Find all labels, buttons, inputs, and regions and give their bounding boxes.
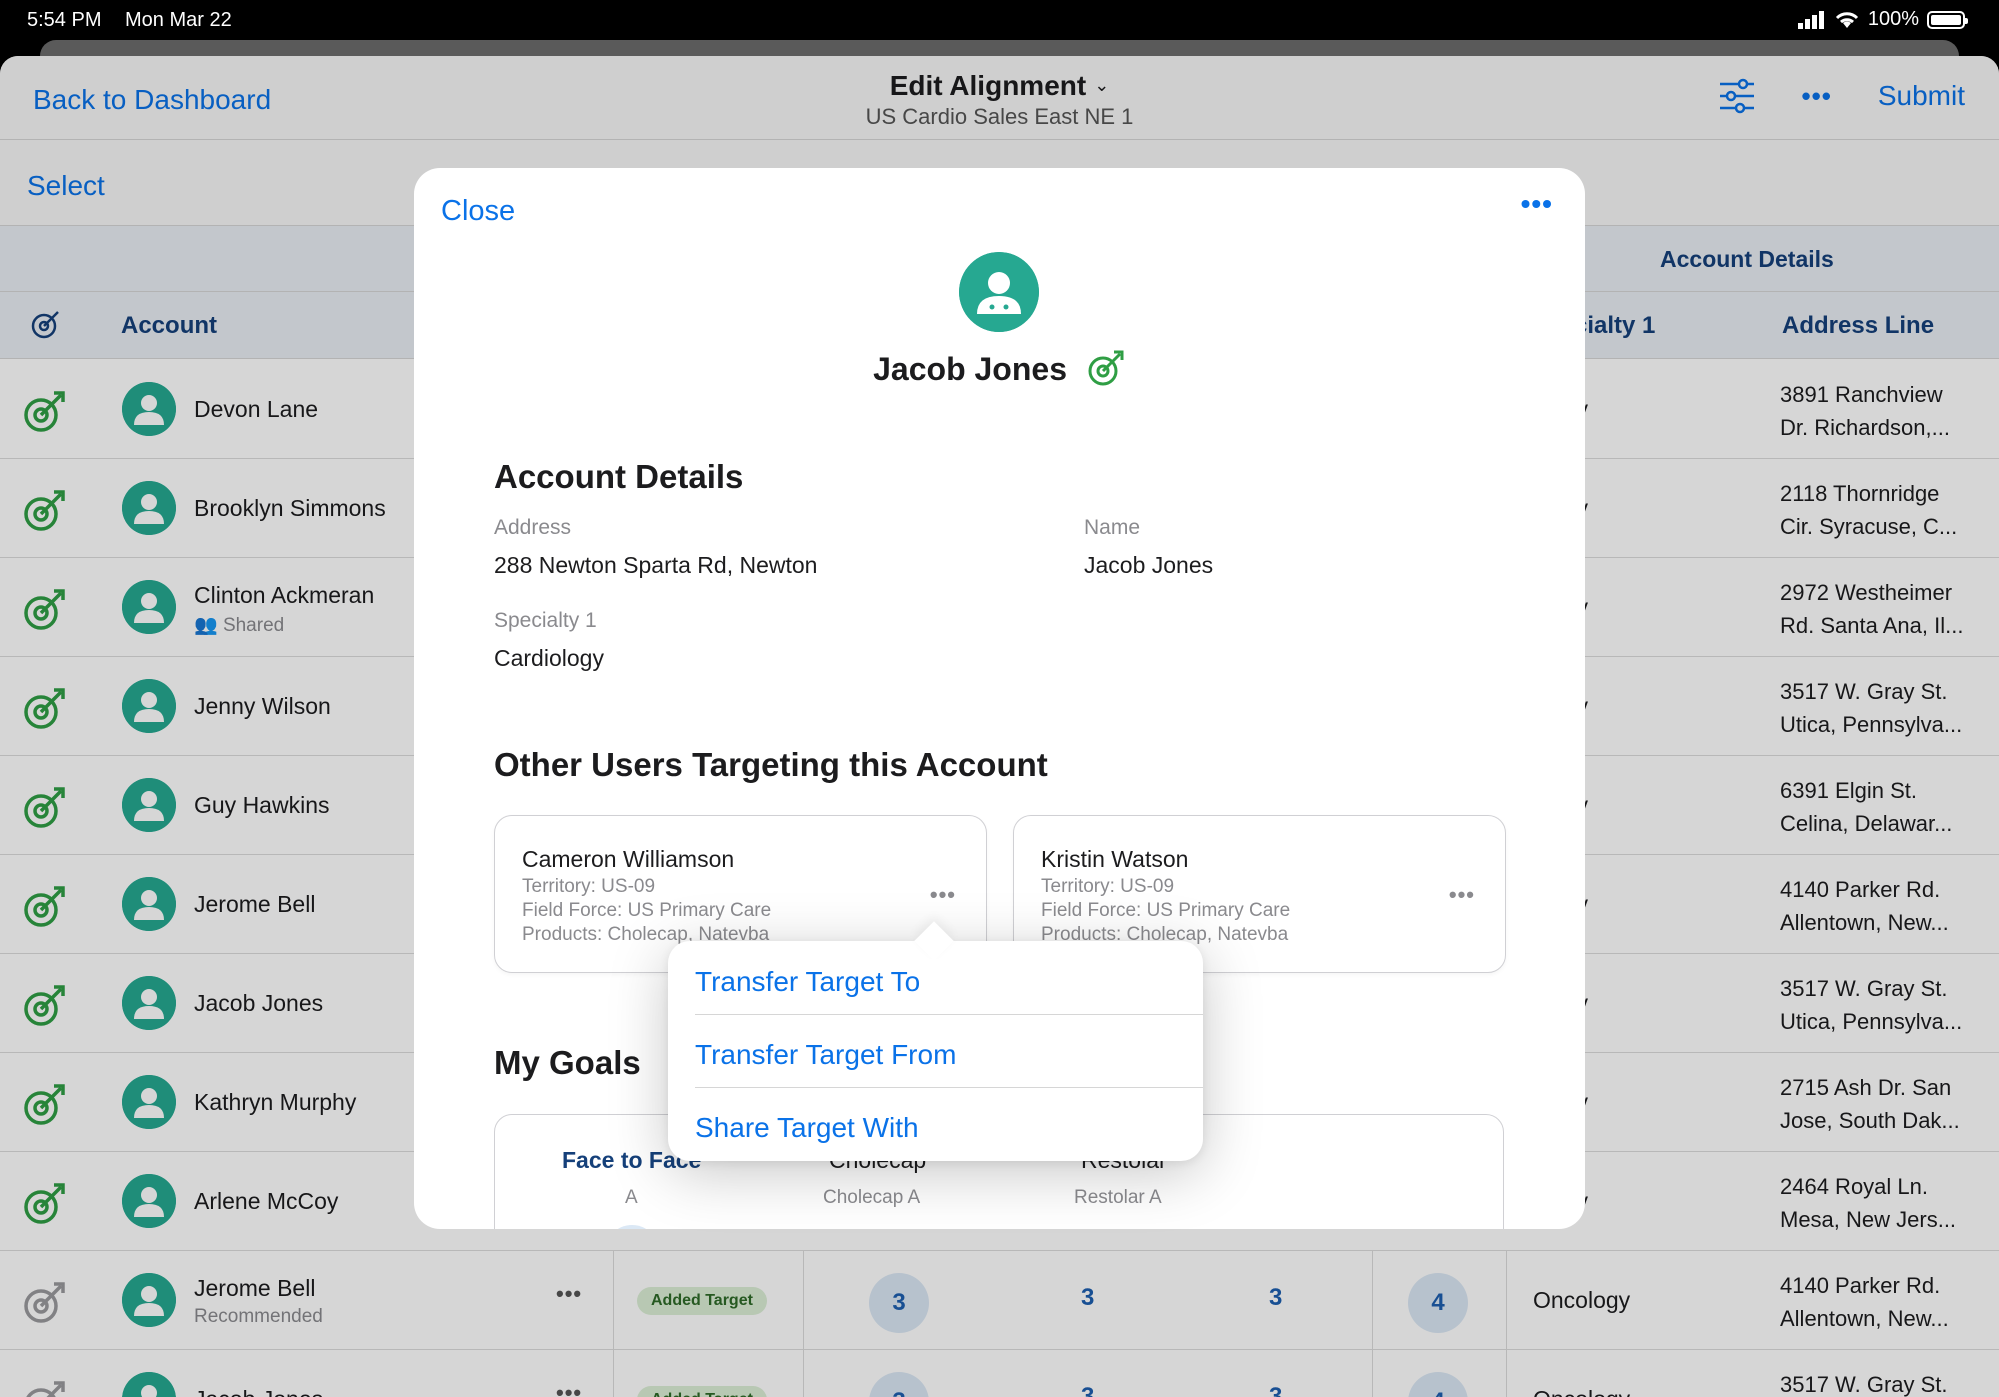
menu-divider [695, 1014, 1203, 1015]
user-card-territory: Territory: US-09 [522, 876, 656, 897]
user-card-more-icon[interactable]: ••• [930, 882, 956, 908]
status-right: 100% [1797, 8, 1968, 31]
battery-icon [1927, 10, 1968, 29]
user-card-territory: Territory: US-09 [1041, 876, 1175, 897]
address-label: Address [494, 516, 572, 539]
modal-account-name-text: Jacob Jones [873, 351, 1067, 387]
user-card-more-icon[interactable]: ••• [1449, 882, 1475, 908]
modal-account-name: Jacob Jones [414, 348, 1585, 388]
specialty-value: Cardiology [494, 645, 604, 671]
battery-percent: 100% [1867, 8, 1919, 30]
close-button[interactable]: Close [441, 195, 515, 228]
target-icon [1088, 350, 1124, 386]
doctor-avatar-icon [959, 252, 1039, 332]
goal-sub-cholecap: Cholecap A [823, 1187, 921, 1208]
user-card-field-force: Field Force: US Primary Care [522, 900, 772, 921]
user-card-name: Cameron Williamson [522, 846, 735, 872]
goal-sub-restolar: Restolar A [1074, 1187, 1162, 1208]
account-details-title: Account Details [494, 458, 744, 495]
transfer-target-to-menu-item[interactable]: Transfer Target To [695, 966, 920, 998]
status-day: Mon Mar 22 [125, 9, 232, 31]
name-label: Name [1084, 516, 1141, 539]
goal-sub-face-to-face: A [625, 1187, 638, 1208]
wifi-icon [1835, 11, 1858, 28]
transfer-target-from-menu-item[interactable]: Transfer Target From [695, 1039, 956, 1071]
my-goals-title: My Goals [494, 1044, 641, 1081]
other-users-title: Other Users Targeting this Account [494, 746, 1048, 783]
modal-more-icon[interactable]: ••• [1521, 188, 1553, 220]
user-card-field-force: Field Force: US Primary Care [1041, 900, 1291, 921]
specialty-label: Specialty 1 [494, 609, 597, 632]
target-action-popover: Transfer Target To Transfer Target From … [668, 921, 1203, 1161]
signal-icon [1797, 10, 1824, 29]
name-value: Jacob Jones [1084, 552, 1214, 578]
status-time: 5:54 PM [27, 9, 102, 31]
goal-progress-circle [605, 1225, 659, 1229]
menu-divider [695, 1087, 1203, 1088]
share-target-with-menu-item[interactable]: Share Target With [695, 1112, 919, 1144]
address-value: 288 Newton Sparta Rd, Newton [494, 552, 818, 578]
user-card-name: Kristin Watson [1041, 846, 1189, 872]
status-bar: 5:54 PM Mon Mar 22 100% [0, 0, 1999, 40]
